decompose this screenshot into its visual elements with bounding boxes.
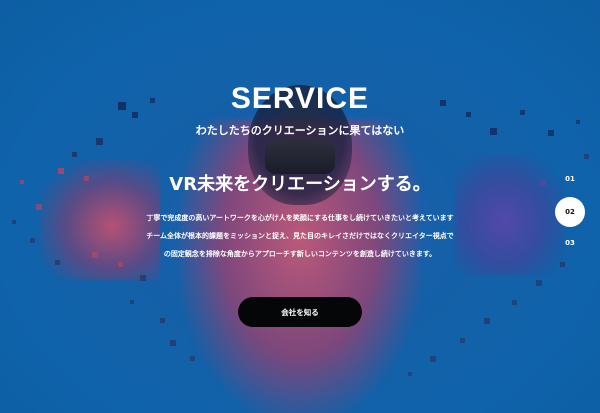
- description-line-1: 丁寧で完成度の高いアートワークを心がけ人を笑顔にする仕事をし続けていきたいと考え…: [146, 214, 454, 222]
- section-title: SERVICE: [230, 82, 370, 115]
- slide-pager: 01 02 03: [553, 168, 587, 263]
- hero-section: SERVICE わたしたちのクリエーションに果てはない VR未来をクリエーション…: [0, 0, 600, 413]
- pager-item-01[interactable]: 01: [553, 168, 587, 190]
- company-info-button[interactable]: 会社を知る: [238, 297, 362, 327]
- description-paragraph: 丁寧で完成度の高いアートワークを心がけ人を笑顔にする仕事をし続けていきたいと考え…: [0, 209, 600, 263]
- pager-item-02-active[interactable]: 02: [555, 197, 585, 227]
- description-line-3: の固定観念を排除な角度からアプローチす新しいコンテンツを創造し続けていきます。: [163, 250, 437, 258]
- headline: VR未来をクリエーションする。: [169, 174, 431, 195]
- description-line-2: チーム全体が根本的課題をミッションと捉え、見た目のキレイさだけではなくクリエイタ…: [146, 232, 454, 240]
- pager-item-03[interactable]: 03: [553, 232, 587, 254]
- section-subtitle: わたしたちのクリエーションに果てはない: [195, 124, 405, 137]
- hero-content: SERVICE わたしたちのクリエーションに果てはない VR未来をクリエーション…: [0, 0, 600, 413]
